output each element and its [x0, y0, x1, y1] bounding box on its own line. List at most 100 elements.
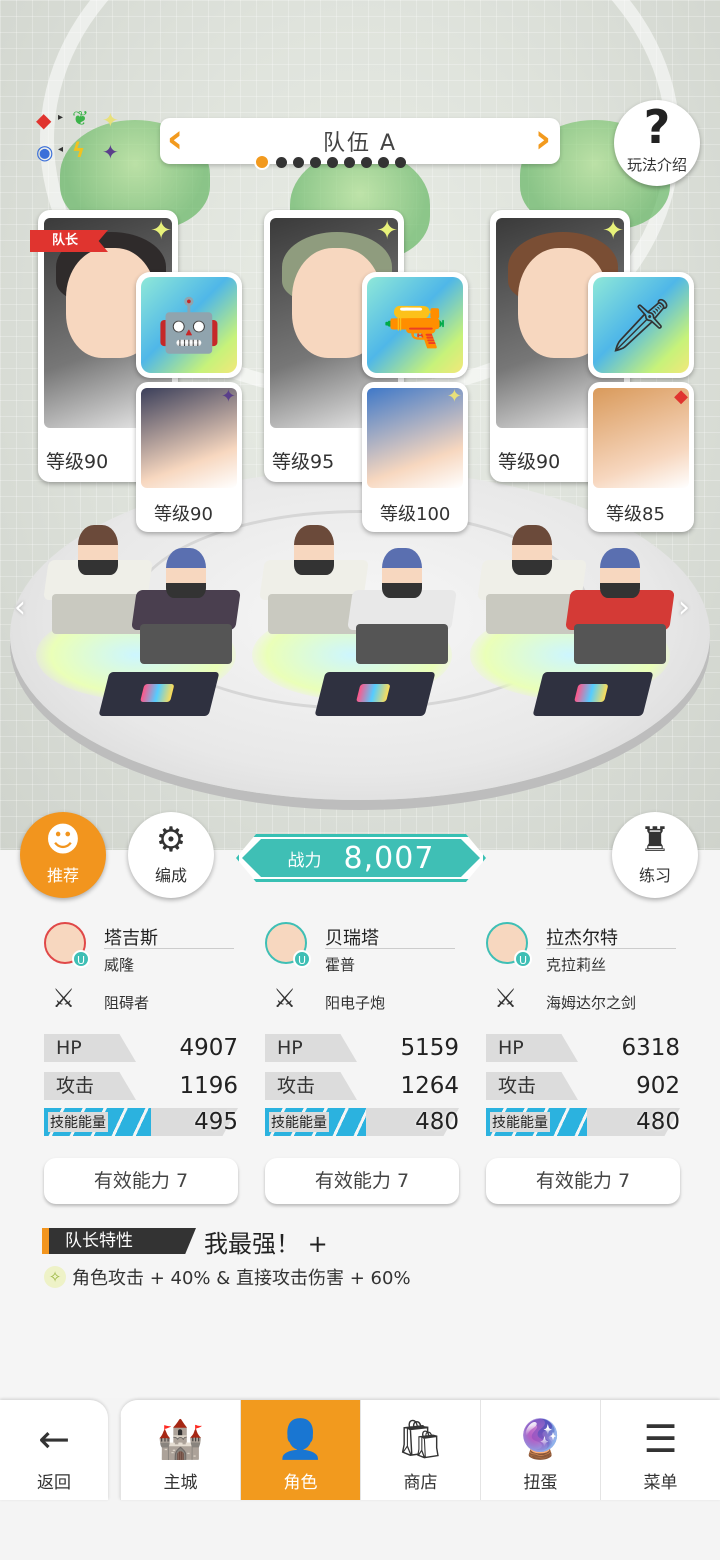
gacha-icon: 🔮: [516, 1417, 565, 1461]
leader-trait-description: ✧ 角色攻击 + 40% & 直接攻击伤害 + 60%: [44, 1264, 411, 1290]
menu-icon: ☰: [643, 1417, 678, 1461]
attack-row: 攻击 902: [486, 1072, 680, 1100]
next-arrow-icon[interactable]: ›: [678, 590, 690, 625]
sub-hero-sprite: [166, 548, 206, 598]
sub-hero-name: 霍普: [325, 956, 356, 974]
hero-name: 塔吉斯: [104, 928, 158, 949]
unique-weapon-badge: U: [72, 950, 90, 968]
weapon-icon: ⚔: [273, 984, 297, 1014]
robot-icon: 🤖: [141, 277, 237, 373]
attack-value: 1264: [400, 1073, 459, 1099]
star-yellow-icon: ✦: [446, 386, 462, 407]
hero-name: 贝瑞塔: [325, 928, 379, 949]
diamond-red-icon: ◆: [674, 386, 688, 407]
team-page-dot[interactable]: [395, 156, 406, 168]
equipment-card[interactable]: 🔫: [362, 272, 468, 378]
skill-energy-bar: 技能能量 495: [44, 1108, 238, 1136]
hero-sprite: [512, 525, 552, 575]
unique-weapon-badge: U: [293, 950, 311, 968]
team-page-dot[interactable]: [378, 156, 389, 168]
formation-button[interactable]: ⚙ 编成: [128, 812, 214, 898]
help-button[interactable]: ? 玩法介绍: [614, 100, 700, 186]
equipment-card[interactable]: 🤖: [136, 272, 242, 378]
weapon-icon: ⚔: [494, 984, 518, 1014]
hero-slot[interactable]: ✦ 等级90 队长 🤖 ✦ 等级90: [30, 210, 268, 540]
shop-icon: 🛍: [396, 1417, 445, 1461]
sub-hero-card[interactable]: ◆ 等级85: [588, 382, 694, 532]
leader-trait-tag: 队长特性: [42, 1228, 196, 1254]
nav-tab[interactable]: 🔮 扭蛋: [480, 1400, 600, 1500]
arrow-icon: ▸: [58, 112, 64, 123]
equipment-tile: [532, 672, 654, 716]
hero-slot[interactable]: ✦ 等级90 🗡 ◆ 等级85: [490, 210, 720, 540]
hero-sprite: [78, 525, 118, 575]
hp-value: 6318: [621, 1035, 680, 1061]
sub-hero-level: 等级90: [154, 504, 213, 525]
equipment-tile: [98, 672, 220, 716]
team-page-dot[interactable]: [327, 156, 338, 168]
nav-tab[interactable]: 🛍 商店: [360, 1400, 480, 1500]
equipment-tile: [314, 672, 436, 716]
star-yellow-icon: ✦: [602, 216, 624, 246]
attack-row: 攻击 1264: [265, 1072, 459, 1100]
skill-energy-bar: 技能能量 480: [486, 1108, 680, 1136]
star-purple-icon: ✦: [102, 140, 119, 164]
team-page-dot[interactable]: [310, 156, 321, 168]
hp-row: HP 4907: [44, 1034, 238, 1062]
team-page-dot[interactable]: [276, 156, 287, 168]
sub-hero-sprite: [382, 548, 422, 598]
back-arrow-icon: ←: [38, 1417, 70, 1461]
hp-value: 4907: [179, 1035, 238, 1061]
team-page-dot[interactable]: [293, 156, 304, 168]
equipment-card[interactable]: 🗡: [588, 272, 694, 378]
unique-weapon-badge: U: [514, 950, 532, 968]
sub-hero-card[interactable]: ✦ 等级90: [136, 382, 242, 532]
nav-tabs: 🏰 主城 👤 角色 🛍 商店 🔮 扭蛋 ☰ 菜单: [120, 1400, 720, 1500]
team-prev-button[interactable]: ‹: [162, 118, 190, 164]
team-next-button[interactable]: ›: [530, 118, 558, 164]
weapon-icon: ⚔: [52, 984, 76, 1014]
hero-level: 等级95: [272, 451, 335, 473]
skill-energy-value: 480: [636, 1109, 680, 1135]
effective-ability-button[interactable]: 有效能力 7: [486, 1158, 680, 1204]
back-button[interactable]: ← 返回: [0, 1400, 108, 1500]
skill-energy-value: 495: [194, 1109, 238, 1135]
sub-hero-level: 等级85: [606, 504, 665, 525]
sub-hero-name: 克拉莉丝: [546, 956, 607, 974]
effective-ability-button[interactable]: 有效能力 7: [44, 1158, 238, 1204]
nav-tab[interactable]: 🏰 主城: [120, 1400, 240, 1500]
leader-badge: 队长: [30, 230, 108, 252]
hero-slot[interactable]: ✦ 等级95 🔫 ✦ 等级100: [264, 210, 494, 540]
team-page-dots[interactable]: [254, 154, 406, 170]
nav-tab[interactable]: 👤 角色: [240, 1400, 360, 1500]
help-label: 玩法介绍: [626, 156, 687, 174]
sub-hero-card[interactable]: ✦ 等级100: [362, 382, 468, 532]
team-page-dot[interactable]: [344, 156, 355, 168]
nav-tab[interactable]: ☰ 菜单: [600, 1400, 720, 1500]
element-affinity-chart[interactable]: ◆ ▸ ❦ ✦ ◉ ◂ ϟ ✦: [36, 106, 132, 170]
attack-value: 1196: [179, 1073, 238, 1099]
practice-button[interactable]: ♜ 练习: [612, 812, 698, 898]
team-page-dot[interactable]: [254, 154, 270, 170]
star-yellow-icon: ✦: [102, 108, 119, 132]
leader-trait-name[interactable]: 我最强！ +: [204, 1224, 328, 1259]
training-dummy-icon: ♜: [639, 820, 671, 860]
team-title: 队伍 A: [322, 131, 398, 156]
attack-value: 902: [636, 1073, 680, 1099]
effective-ability-button[interactable]: 有效能力 7: [265, 1158, 459, 1204]
sub-hero-sprite: [600, 548, 640, 598]
circle-blue-icon: ◉: [36, 140, 54, 164]
bolt-yellow-icon: ϟ: [72, 138, 86, 162]
arrow-icon: ◂: [58, 144, 64, 155]
hp-row: HP 5159: [265, 1034, 459, 1062]
cannon-icon: 🔫: [367, 277, 463, 373]
prev-arrow-icon[interactable]: ‹: [14, 590, 26, 625]
sparkle-icon: ✧: [44, 1266, 66, 1288]
recommend-button[interactable]: ☻ 推荐: [20, 812, 106, 898]
pedestal-sub: [131, 590, 241, 670]
diamond-red-icon: ◆: [36, 108, 52, 132]
sword-icon: 🗡: [593, 277, 689, 373]
castle-icon: 🏰: [156, 1417, 205, 1461]
team-page-dot[interactable]: [361, 156, 372, 168]
star-yellow-icon: ✦: [150, 216, 172, 246]
